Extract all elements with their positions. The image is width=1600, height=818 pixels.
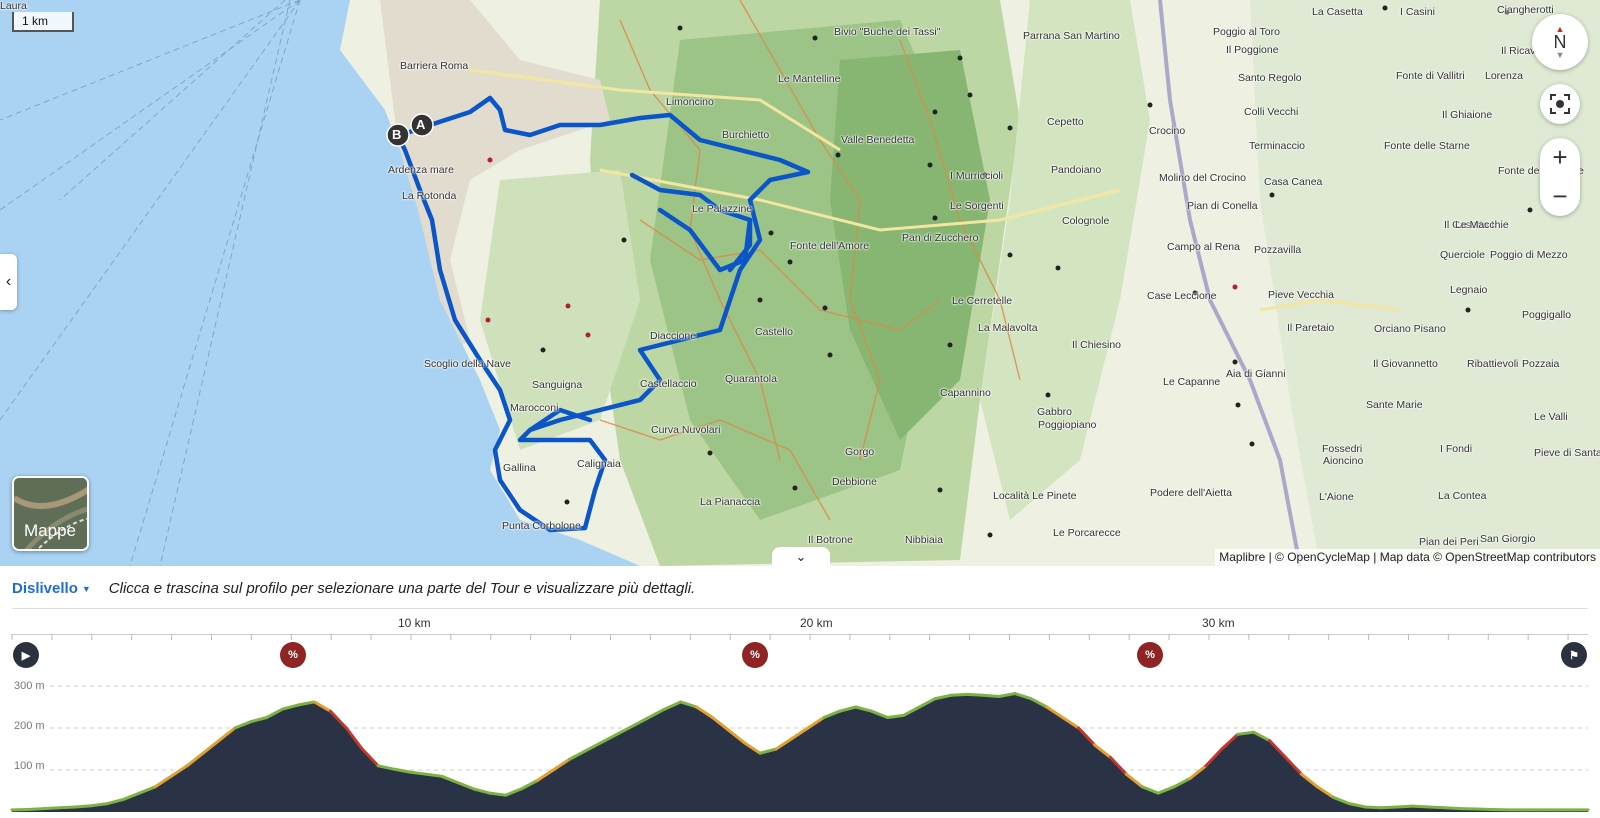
compass-button[interactable]: ▲ N ▼ xyxy=(1532,14,1588,70)
chevron-left-icon: ‹ xyxy=(5,273,12,290)
percent-icon: % xyxy=(288,649,298,661)
collapse-profile-button[interactable]: ⌄ xyxy=(772,547,830,566)
zoom-in-button[interactable]: + xyxy=(1540,138,1580,177)
zoom-control: + − xyxy=(1540,138,1580,216)
elevation-line-segment xyxy=(965,692,985,697)
steep-section-marker-1[interactable]: % xyxy=(280,642,306,668)
elevation-line-segment xyxy=(408,770,428,776)
elevation-line-segment xyxy=(1443,806,1463,811)
elevation-line-segment xyxy=(1236,730,1256,736)
elevation-line-segment xyxy=(949,692,969,697)
end-marker-label[interactable]: B xyxy=(392,127,401,142)
elevation-line-segment xyxy=(981,693,1001,698)
elevation-line-segment xyxy=(1363,805,1383,810)
locate-button[interactable] xyxy=(1540,84,1580,124)
chevron-down-icon: ⌄ xyxy=(795,549,807,564)
play-icon: ▶ xyxy=(21,649,31,662)
elevation-chart[interactable] xyxy=(0,566,1600,818)
elevation-area xyxy=(12,693,1588,812)
elevation-line-segment xyxy=(26,807,46,811)
elevation-line-segment xyxy=(886,713,905,719)
map-terrain xyxy=(0,0,1600,566)
minus-icon: − xyxy=(1552,181,1568,211)
elevation-line-segment xyxy=(42,806,62,811)
percent-icon: % xyxy=(1145,649,1155,661)
compass-south-icon: ▼ xyxy=(1555,50,1565,60)
finish-marker[interactable]: ⚑ xyxy=(1561,642,1587,668)
elevation-line-segment xyxy=(90,802,110,808)
map-layers-button[interactable]: Mappe xyxy=(12,476,89,551)
map-attribution[interactable]: Maplibre | © OpenCycleMap | Map data © O… xyxy=(1215,549,1600,566)
map-view[interactable]: A B Barriera Roma Ardenza mare La Rotonda S… xyxy=(0,0,1600,566)
y-label-300: 300 m xyxy=(14,680,45,692)
elevation-line-segment xyxy=(488,791,507,797)
scale-bar: 1 km xyxy=(12,12,74,32)
finish-icon: ⚑ xyxy=(1569,649,1579,662)
start-marker-label[interactable]: A xyxy=(416,117,425,132)
y-label-200: 200 m xyxy=(14,720,45,732)
elevation-line-segment xyxy=(58,805,78,810)
map-layers-label: Mappe xyxy=(24,521,76,540)
steep-section-marker-2[interactable]: % xyxy=(742,642,768,668)
elevation-line-segment xyxy=(1395,804,1415,809)
plus-icon: + xyxy=(1552,142,1568,172)
elevation-profile-panel: Dislivello ▼ Clicca e trascina sul profi… xyxy=(0,566,1600,818)
side-panel-toggle[interactable]: ‹ xyxy=(0,254,17,310)
elevation-line-segment xyxy=(1411,804,1431,809)
steep-section-marker-3[interactable]: % xyxy=(1137,642,1163,668)
elevation-line-segment xyxy=(74,804,94,809)
y-label-100: 100 m xyxy=(14,760,45,772)
locate-icon xyxy=(1550,94,1570,114)
zoom-out-button[interactable]: − xyxy=(1540,177,1580,216)
elevation-line-segment xyxy=(1379,805,1399,810)
compass-label: N xyxy=(1553,32,1567,52)
elevation-line-segment xyxy=(1427,805,1447,810)
percent-icon: % xyxy=(750,649,760,661)
elevation-line-segment xyxy=(424,772,444,778)
play-marker[interactable]: ▶ xyxy=(13,642,39,668)
